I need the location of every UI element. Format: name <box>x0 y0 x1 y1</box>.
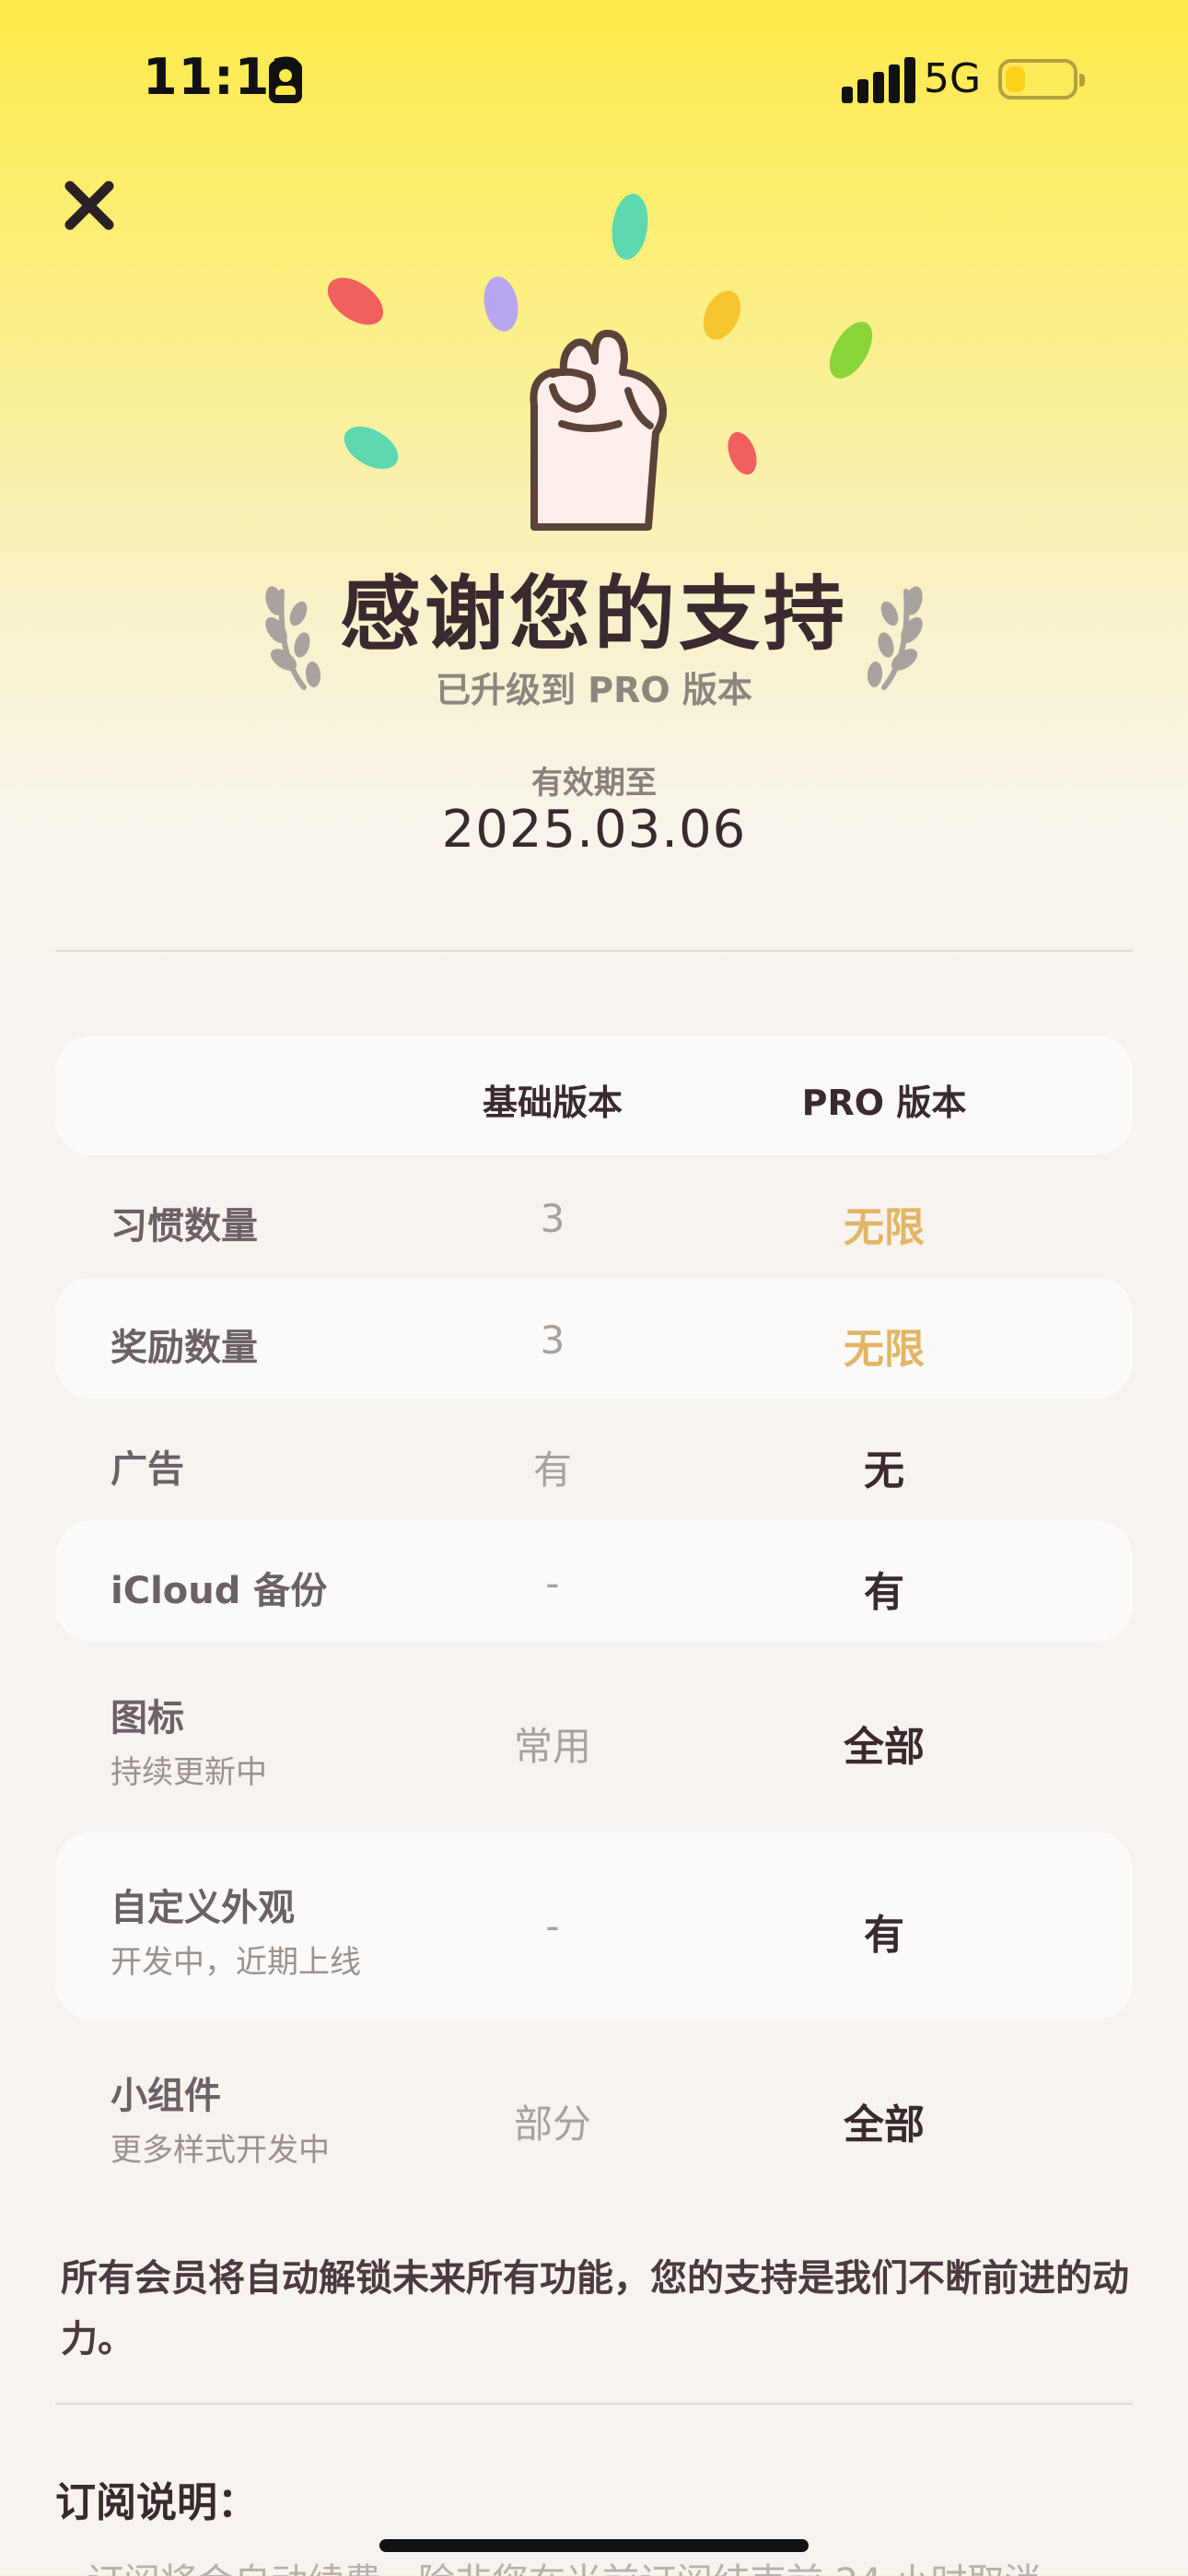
table-row: 小组件 更多样式开发中 部分 全部 <box>55 2020 1133 2209</box>
table-row: iCloud 备份 - 有 <box>55 1520 1133 1642</box>
page-subtitle: 已升级到 PRO 版本 <box>436 670 752 710</box>
pro-value: 有 <box>864 1912 904 1959</box>
basic-value: 常用 <box>513 1724 591 1769</box>
basic-value: 有 <box>532 1447 572 1493</box>
membership-note: 所有会员将自动解锁未来所有功能，您的支持是我们不断前进的动力。 <box>61 2257 1129 2360</box>
feature-name: 图标 <box>111 1697 184 1739</box>
pro-value: 全部 <box>844 2102 925 2149</box>
page-title: 感谢您的支持 <box>339 567 848 662</box>
valid-until-label: 有效期至 <box>531 765 657 802</box>
feature-name: 广告 <box>111 1448 184 1491</box>
column-header-pro: PRO 版本 <box>801 1083 967 1123</box>
feature-name: 习惯数量 <box>111 1205 258 1247</box>
celebration-illustration <box>327 193 873 531</box>
comparison-table: 基础版本 PRO 版本 习惯数量 3 无限 奖励数量 3 无限 广告 有 无 i… <box>55 1036 1133 2209</box>
status-bar: 11:12 5G <box>0 0 1188 157</box>
feature-name: 自定义外观 <box>111 1887 295 1929</box>
contact-card-icon <box>269 61 302 103</box>
battery-fill <box>1006 66 1025 92</box>
network-type: 5G <box>924 55 982 102</box>
pro-value: 无限 <box>844 1326 925 1373</box>
subscription-title: 订阅说明： <box>55 2479 258 2526</box>
divider <box>55 2403 1133 2405</box>
table-row: 自定义外观 开发中，近期上线 - 有 <box>55 1832 1133 2020</box>
feature-subtext: 更多样式开发中 <box>111 2132 330 2169</box>
pro-value: 无 <box>864 1447 904 1494</box>
home-indicator[interactable] <box>379 2539 809 2552</box>
feature-subtext: 开发中，近期上线 <box>111 1944 361 1981</box>
basic-value: - <box>545 1903 560 1949</box>
pro-value: 有 <box>864 1569 904 1616</box>
table-row: 广告 有 无 <box>55 1399 1133 1520</box>
table-row: 习惯数量 3 无限 <box>55 1155 1133 1277</box>
basic-value: - <box>545 1561 560 1606</box>
table-row: 图标 持续更新中 常用 全部 <box>55 1642 1133 1832</box>
pro-value: 全部 <box>844 1724 925 1771</box>
signal-icon <box>842 57 915 103</box>
pro-value: 无限 <box>844 1204 925 1251</box>
basic-value: 3 <box>540 1196 565 1241</box>
feature-subtext: 持续更新中 <box>111 1754 267 1791</box>
basic-value: 部分 <box>513 2102 591 2147</box>
divider <box>55 950 1133 952</box>
subscription-text: 订阅将会自动续费，除非您在当前订阅结束前 24 小时取消 <box>87 2552 1041 2576</box>
feature-name: iCloud 备份 <box>111 1570 328 1612</box>
feature-name: 小组件 <box>111 2075 221 2117</box>
battery-icon <box>998 59 1085 100</box>
valid-until-date: 2025.03.06 <box>441 800 747 860</box>
peace-hand-icon <box>530 329 667 531</box>
feature-name: 奖励数量 <box>111 1327 258 1369</box>
table-row: 奖励数量 3 无限 <box>55 1277 1133 1399</box>
basic-value: 3 <box>540 1317 565 1363</box>
column-header-basic: 基础版本 <box>482 1083 623 1123</box>
table-header-row: 基础版本 PRO 版本 <box>55 1036 1133 1155</box>
